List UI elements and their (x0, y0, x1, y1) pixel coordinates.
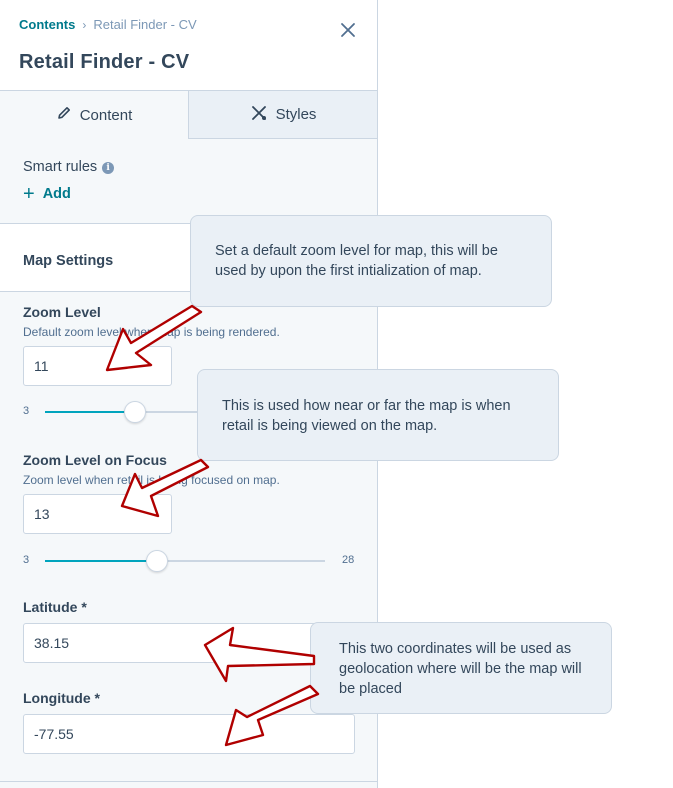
smart-rules-heading: Smart rules i (23, 159, 115, 175)
callout-coordinates: This two coordinates will be used as geo… (310, 622, 612, 714)
slider-thumb[interactable] (123, 401, 146, 423)
chevron-right-icon: › (82, 17, 87, 32)
panel-header: Contents › Retail Finder - CV Retail Fin… (0, 0, 377, 90)
tab-styles-label: Styles (275, 106, 317, 123)
callout-zoom-focus: This is used how near or far the map is … (197, 369, 559, 461)
styles-icon (250, 104, 276, 126)
zoom-level-label: Zoom Level (23, 304, 101, 320)
callout-zoom-text: Set a default zoom level for map, this w… (215, 243, 498, 279)
zoom-focus-slider[interactable] (45, 550, 325, 572)
longitude-label: Longitude * (23, 690, 100, 706)
pencil-icon (56, 105, 80, 125)
latitude-input[interactable]: 38.15 (23, 623, 355, 663)
callout-zoom-level: Set a default zoom level for map, this w… (190, 215, 552, 307)
breadcrumb-current: Retail Finder - CV (93, 17, 197, 32)
slider-fill (45, 560, 157, 562)
breadcrumb: Contents › Retail Finder - CV (19, 17, 197, 32)
zoom-level-input[interactable]: 11 (23, 346, 172, 386)
longitude-input[interactable]: -77.55 (23, 714, 355, 754)
callout-coords-text: This two coordinates will be used as geo… (339, 641, 582, 697)
slider-fill (45, 411, 135, 413)
focus-slider-max: 28 (342, 554, 355, 566)
zoom-level-help: Default zoom level when map is being ren… (23, 325, 280, 339)
breadcrumb-contents-link[interactable]: Contents (19, 17, 75, 32)
add-smart-rule-button[interactable]: + Add (23, 183, 71, 205)
latitude-label: Latitude * (23, 599, 87, 615)
tab-styles[interactable]: Styles (189, 91, 377, 139)
smart-rules-label: Smart rules (23, 159, 98, 175)
callout-focus-text: This is used how near or far the map is … (222, 398, 511, 434)
zoom-focus-help: Zoom level when retail is being focused … (23, 473, 280, 487)
zoom-focus-label: Zoom Level on Focus (23, 452, 167, 468)
slider-thumb[interactable] (146, 550, 168, 572)
tab-content[interactable]: Content (0, 91, 189, 139)
page-title: Retail Finder - CV (19, 51, 190, 73)
zoom-slider-min: 3 (23, 405, 30, 417)
close-icon[interactable] (338, 20, 358, 40)
focus-slider-min: 3 (23, 554, 30, 566)
plus-icon: + (23, 183, 35, 205)
info-icon[interactable]: i (102, 162, 115, 174)
divider (0, 781, 377, 782)
tab-bar: Content Styles (0, 90, 377, 139)
zoom-focus-input[interactable]: 13 (23, 494, 172, 534)
tab-content-label: Content (79, 106, 133, 124)
map-settings-heading: Map Settings (23, 253, 114, 269)
add-label: Add (42, 186, 71, 202)
